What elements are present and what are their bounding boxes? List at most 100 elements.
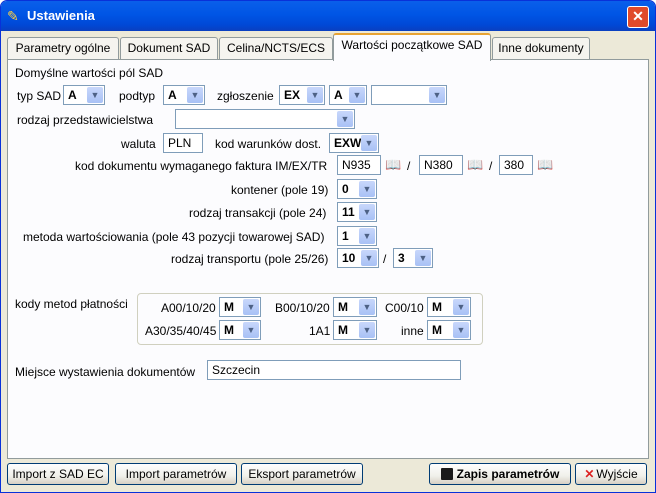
payment-value-a00: M	[224, 300, 234, 314]
zgloszenie-value-2: A	[334, 88, 343, 102]
chevron-down-icon: ▼	[337, 111, 353, 127]
payment-select-inne[interactable]: M ▼	[427, 320, 471, 340]
kod-dokumentu-separator: /	[489, 159, 493, 173]
book-icon[interactable]: 📖	[537, 158, 555, 172]
book-icon[interactable]: 📖	[385, 158, 403, 172]
wyjscie-label: Wyjście	[596, 467, 638, 481]
typ-sad-select[interactable]: A ▼	[63, 85, 105, 105]
kod-warunkow-select[interactable]: EXW ▼	[329, 133, 379, 153]
typ-sad-label: typ SAD	[17, 89, 62, 103]
section-title: Domyślne wartości pól SAD	[15, 66, 164, 80]
metoda-select[interactable]: 1 ▼	[337, 226, 377, 246]
eksport-parametrow-button[interactable]: Eksport parametrów	[241, 463, 363, 485]
rodzaj-transakcji-label: rodzaj transakcji (pole 24)	[189, 206, 327, 220]
payment-select-1a1[interactable]: M ▼	[333, 320, 377, 340]
kod-warunkow-value: EXW	[334, 136, 362, 150]
kod-dokumentu-separator: /	[407, 159, 411, 173]
rodzaj-przedstawicielstwa-select[interactable]: ▼	[175, 109, 355, 129]
chevron-down-icon: ▼	[429, 87, 445, 103]
book-icon[interactable]: 📖	[467, 158, 485, 172]
window-title: Ustawienia	[27, 8, 95, 23]
close-button[interactable]: ✕	[627, 6, 649, 28]
payment-label-c00: C00/10	[385, 301, 424, 315]
title-bar[interactable]: ✎ Ustawienia ✕	[1, 1, 655, 31]
typ-sad-value: A	[68, 88, 77, 102]
payment-select-a00[interactable]: M ▼	[219, 297, 261, 317]
rodzaj-transportu-select-2[interactable]: 3 ▼	[393, 248, 433, 268]
kod-dokumentu-label: kod dokumentu wymaganego faktura IM/EX/T…	[75, 159, 328, 173]
import-sad-ec-button[interactable]: Import z SAD EC	[7, 463, 109, 485]
close-icon: ✕	[632, 8, 644, 24]
zapis-parametrow-button[interactable]: Zapis parametrów	[429, 463, 571, 485]
payment-select-c00[interactable]: M ▼	[427, 297, 471, 317]
payment-label-a00: A00/10/20	[161, 301, 216, 315]
payment-value-inne: M	[432, 323, 442, 337]
metoda-label: metoda wartościowania (pole 43 pozycji t…	[23, 230, 325, 244]
payment-value-1a1: M	[338, 323, 348, 337]
rodzaj-przedstawicielstwa-label: rodzaj przedstawicielstwa	[17, 113, 154, 127]
kod-dokumentu-input-1[interactable]: N935	[337, 155, 381, 175]
chevron-down-icon: ▼	[359, 181, 375, 197]
payment-value-b00: M	[338, 300, 348, 314]
chevron-down-icon: ▼	[453, 299, 469, 315]
miejsce-label: Miejsce wystawienia dokumentów	[15, 365, 196, 379]
payment-label-b00: B00/10/20	[275, 301, 330, 315]
podtyp-label: podtyp	[119, 89, 156, 103]
payment-select-a30[interactable]: M ▼	[219, 320, 261, 340]
wyjscie-button[interactable]: ✕ Wyjście	[575, 463, 647, 485]
chevron-down-icon: ▼	[359, 322, 375, 338]
kod-dokumentu-input-3[interactable]: 380	[499, 155, 533, 175]
payment-label-1a1: 1A1	[309, 324, 331, 338]
podtyp-select[interactable]: A ▼	[163, 85, 205, 105]
tab-wartosci-poczatkowe-sad[interactable]: Wartości początkowe SAD	[333, 33, 491, 61]
rodzaj-transportu-value-1: 10	[342, 251, 356, 265]
kontener-label: kontener (pole 19)	[231, 183, 329, 197]
chevron-down-icon: ▼	[187, 87, 203, 103]
chevron-down-icon: ▼	[307, 87, 323, 103]
kod-dokumentu-input-2[interactable]: N380	[419, 155, 463, 175]
chevron-down-icon: ▼	[349, 87, 365, 103]
app-icon: ✎	[7, 8, 19, 24]
payment-label-a30: A30/35/40/45	[145, 324, 217, 338]
waluta-label: waluta	[121, 137, 156, 151]
miejsce-input[interactable]: Szczecin	[207, 360, 461, 380]
tab-dokument-sad[interactable]: Dokument SAD	[120, 37, 218, 59]
chevron-down-icon: ▼	[415, 250, 431, 266]
tab-inne-dokumenty[interactable]: Inne dokumenty	[492, 37, 590, 59]
kody-metod-label: kody metod płatności	[15, 297, 128, 311]
podtyp-value: A	[168, 88, 177, 102]
chevron-down-icon: ▼	[359, 299, 375, 315]
tab-parametry-ogolne[interactable]: Parametry ogólne	[7, 37, 119, 59]
tab-celina-ncts-ecs[interactable]: Celina/NCTS/ECS	[219, 37, 333, 59]
payment-label-inne: inne	[401, 324, 424, 338]
chevron-down-icon: ▼	[87, 87, 103, 103]
zgloszenie-select-3[interactable]: ▼	[371, 85, 447, 105]
kod-warunkow-label: kod warunków dost.	[215, 137, 322, 151]
zgloszenie-select-2[interactable]: A ▼	[329, 85, 367, 105]
chevron-down-icon: ▼	[243, 299, 259, 315]
chevron-down-icon: ▼	[361, 250, 377, 266]
chevron-down-icon: ▼	[359, 228, 375, 244]
import-parametrow-button[interactable]: Import parametrów	[115, 463, 237, 485]
chevron-down-icon: ▼	[359, 204, 375, 220]
zgloszenie-select-1[interactable]: EX ▼	[279, 85, 325, 105]
waluta-input[interactable]: PLN	[163, 133, 203, 153]
kontener-select[interactable]: 0 ▼	[337, 179, 377, 199]
rodzaj-transportu-select-1[interactable]: 10 ▼	[337, 248, 379, 268]
rodzaj-transakcji-select[interactable]: 11 ▼	[337, 202, 377, 222]
payment-value-c00: M	[432, 300, 442, 314]
payment-value-a30: M	[224, 323, 234, 337]
settings-window: ✎ Ustawienia ✕ Parametry ogólne Dokument…	[0, 0, 656, 493]
metoda-value: 1	[342, 229, 349, 243]
close-icon: ✕	[584, 467, 595, 481]
rodzaj-transportu-label: rodzaj transportu (pole 25/26)	[171, 252, 329, 266]
payment-select-b00[interactable]: M ▼	[333, 297, 377, 317]
save-icon	[440, 468, 453, 480]
zgloszenie-value-1: EX	[284, 88, 301, 102]
rodzaj-transportu-value-2: 3	[398, 251, 405, 265]
tab-bar: Parametry ogólne Dokument SAD Celina/NCT…	[7, 33, 647, 61]
zapis-label: Zapis parametrów	[456, 467, 560, 481]
chevron-down-icon: ▼	[453, 322, 469, 338]
zgloszenie-label: zgłoszenie	[217, 89, 274, 103]
rodzaj-transportu-separator: /	[383, 252, 387, 266]
